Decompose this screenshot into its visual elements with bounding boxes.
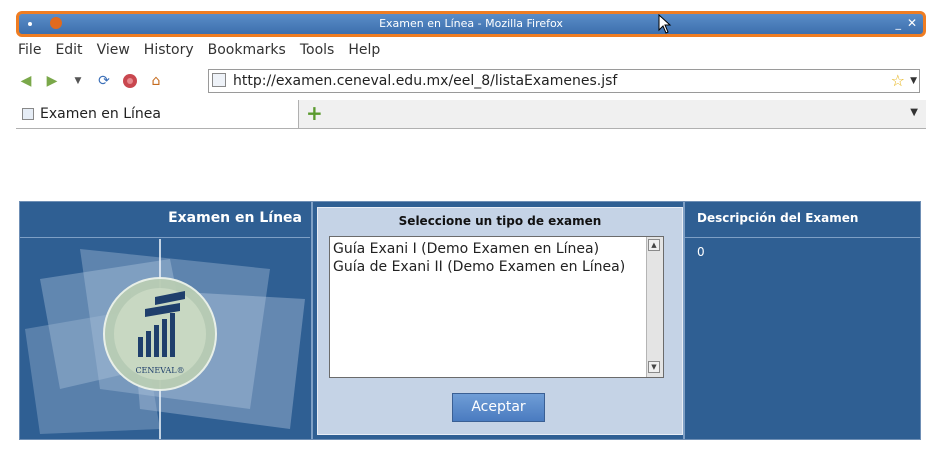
tab-examen-en-linea[interactable]: Examen en Línea [16, 100, 299, 128]
exam-panel: Examen en Línea CENEVAL® Seleccione un t… [19, 201, 921, 440]
exam-type-heading: Seleccione un tipo de examen [398, 214, 602, 228]
menu-file[interactable]: File [18, 42, 41, 62]
divider [311, 202, 313, 439]
reload-icon[interactable]: ⟳ [96, 73, 112, 89]
tab-favicon-icon [22, 108, 34, 120]
exam-selection-panel: Seleccione un tipo de examen Guía Exani … [317, 207, 683, 435]
window-title: Examen en Línea - Mozilla Firefox [379, 17, 563, 30]
exam-type-listbox[interactable]: Guía Exani I (Demo Examen en Línea) Guía… [329, 236, 664, 378]
menu-history[interactable]: History [144, 42, 194, 62]
new-tab-icon[interactable]: + [306, 102, 323, 124]
forward-icon[interactable]: ▶ [44, 73, 60, 89]
ceneval-logo: CENEVAL® [20, 239, 310, 439]
history-dropdown-icon[interactable]: ▼ [70, 73, 86, 89]
home-icon[interactable]: ⌂ [148, 73, 164, 89]
description-value: 0 [697, 245, 705, 259]
menu-bar: File Edit View History Bookmarks Tools H… [18, 42, 380, 62]
mouse-cursor-icon [658, 14, 672, 34]
scroll-down-icon[interactable]: ▼ [648, 361, 660, 373]
menu-edit[interactable]: Edit [55, 42, 82, 62]
site-favicon-icon [212, 73, 226, 87]
listbox-scrollbar[interactable]: ▲ ▼ [646, 237, 663, 377]
tab-bar: Examen en Línea + ▼ [16, 100, 926, 129]
back-icon[interactable]: ◀ [18, 73, 34, 89]
logo-text: CENEVAL® [135, 366, 184, 375]
list-item[interactable]: Guía Exani I (Demo Examen en Línea) [333, 240, 599, 258]
url-dropdown-icon[interactable]: ▼ [910, 74, 917, 88]
url-text[interactable]: http://examen.ceneval.edu.mx/eel_8/lista… [233, 72, 617, 90]
tab-list-icon[interactable]: ▼ [910, 107, 918, 118]
menu-view[interactable]: View [97, 42, 130, 62]
menu-bookmarks[interactable]: Bookmarks [208, 42, 286, 62]
menu-help[interactable]: Help [348, 42, 380, 62]
accept-button[interactable]: Aceptar [452, 393, 545, 422]
minimize-icon[interactable]: _ [896, 18, 902, 30]
tab-label: Examen en Línea [40, 106, 161, 122]
site-title: Examen en Línea [20, 202, 310, 238]
url-bar[interactable]: http://examen.ceneval.edu.mx/eel_8/lista… [208, 69, 920, 93]
stop-icon[interactable] [122, 73, 138, 89]
close-icon[interactable]: ✕ [907, 16, 917, 30]
window-titlebar[interactable]: Examen en Línea - Mozilla Firefox _ ✕ [16, 11, 926, 37]
list-item[interactable]: Guía de Exani II (Demo Examen en Línea) [333, 258, 625, 276]
scroll-up-icon[interactable]: ▲ [648, 239, 660, 251]
description-heading: Descripción del Examen [685, 202, 920, 238]
menu-tools[interactable]: Tools [300, 42, 335, 62]
bookmark-star-icon[interactable]: ☆ [891, 71, 905, 91]
